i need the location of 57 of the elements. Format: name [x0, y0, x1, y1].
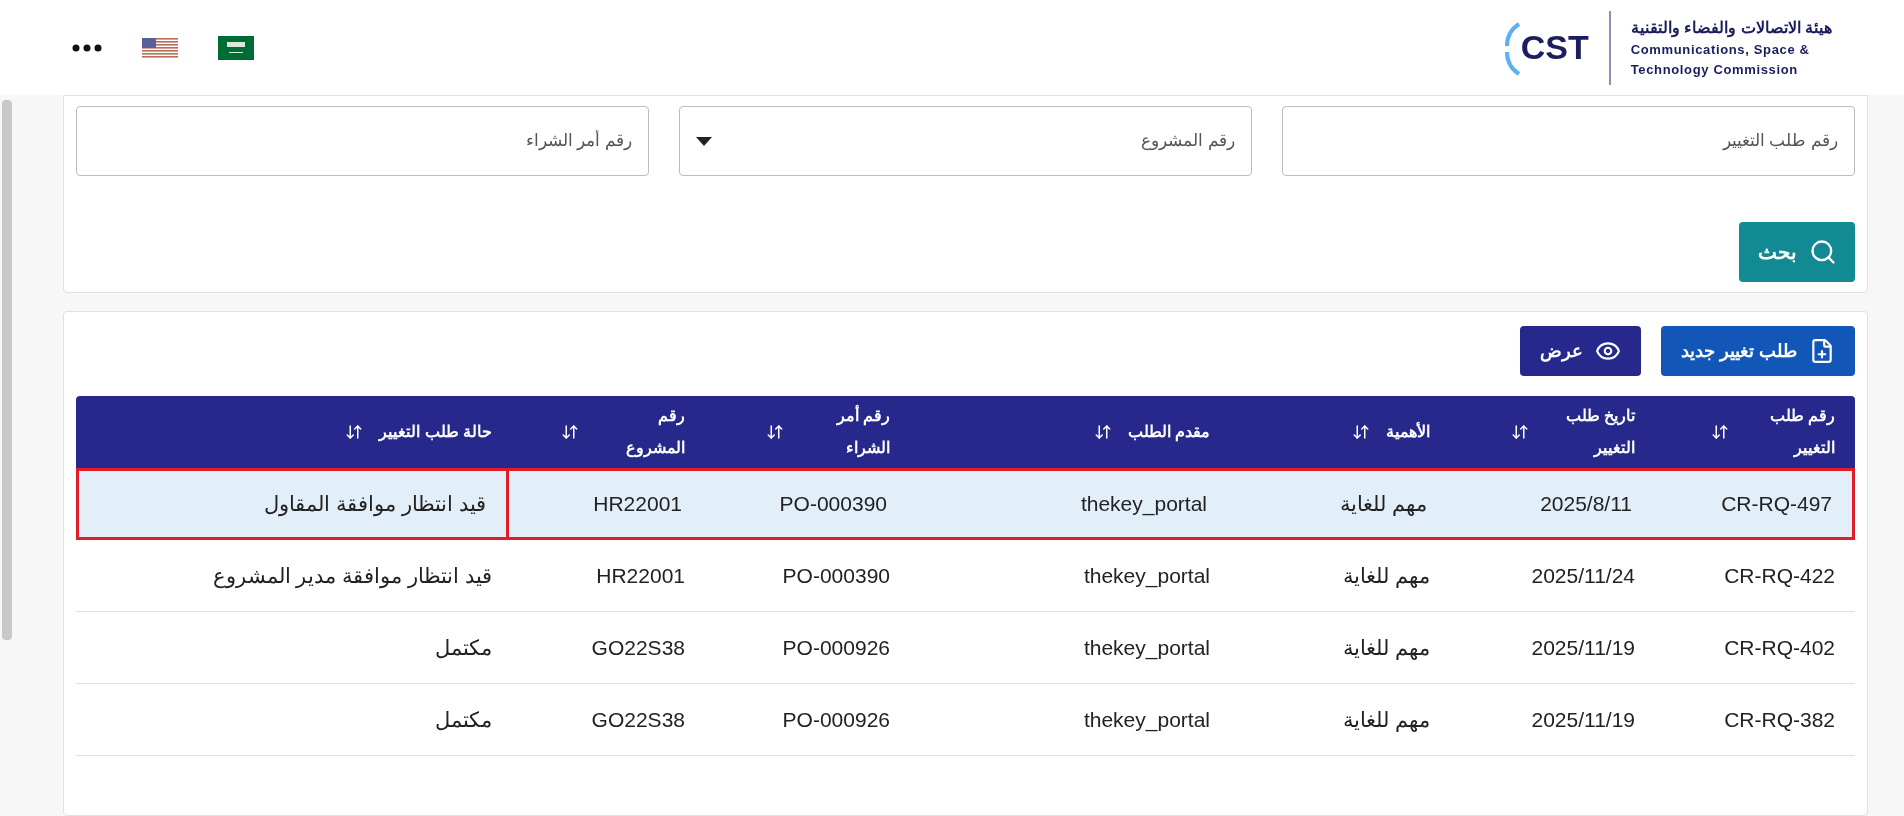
table-cell-text: CR-RQ-497 — [1720, 491, 1833, 518]
table-cell-text: CR-RQ-382 — [1723, 706, 1836, 733]
table-cell-text: thekey_portal — [1082, 634, 1211, 662]
sort-icon[interactable] — [561, 423, 579, 441]
column-header: مقدم الطلب — [1127, 422, 1210, 444]
search-button[interactable]: بحث — [1739, 222, 1855, 282]
table-cell-text: PO-000926 — [781, 634, 891, 661]
organization-name-english: Communications, Space & — [1630, 41, 1811, 59]
table-cell-text: thekey_portal — [1082, 562, 1211, 590]
new-request-button[interactable]: طلب تغيير جديد — [1661, 326, 1855, 376]
search-icon — [1808, 238, 1837, 266]
sort-icon[interactable] — [766, 423, 784, 441]
view-button[interactable]: عرض — [1520, 326, 1641, 376]
column-header: رقم المشروع — [625, 406, 685, 460]
table-cell-text: HR22001 — [595, 562, 686, 589]
saudi-flag-icon[interactable] — [218, 35, 254, 60]
project-number-dropdown[interactable]: رقم المشروع — [679, 106, 1252, 176]
input-field[interactable]: رقم طلب التغيير — [1282, 106, 1855, 176]
column-header: تاريخ طلب التغيير — [1564, 406, 1635, 460]
table-cell-text: HR22001 — [592, 491, 683, 518]
table-cell-text: GO22S38 — [590, 634, 686, 661]
table-cell-text: PO-000390 — [781, 562, 891, 589]
table-cell-text: 2025/11/19 — [1530, 706, 1636, 733]
organization-name-arabic: هيئة الاتصالات والفضاء والتقنية — [1630, 18, 1832, 40]
sort-icon[interactable] — [1511, 423, 1529, 441]
more-icon[interactable] — [72, 43, 102, 52]
table-cell-text: مكتمل — [434, 706, 493, 733]
table-cell-text: CR-RQ-422 — [1723, 562, 1836, 589]
table-cell-text: thekey_portal — [1082, 706, 1211, 734]
sort-icon[interactable] — [345, 423, 364, 441]
sort-icon[interactable] — [1352, 423, 1370, 441]
table-cell-text: قيد انتظار موافقة مدير المشروع — [211, 562, 493, 591]
table-cell-text: PO-000390 — [778, 491, 888, 518]
table-cell-text: thekey_portal — [1079, 491, 1208, 518]
table-cell-text: مهم للغاية — [1339, 491, 1428, 518]
column-header: رقم أمر الشراء — [835, 404, 890, 460]
caret-icon — [696, 136, 712, 146]
table-cell-text: مهم للغاية — [1342, 706, 1431, 734]
table-cell-text: مكتمل — [434, 634, 493, 661]
table-cell-text: GO22S38 — [590, 706, 686, 733]
table-cell-text: 2025/8/11 — [1539, 491, 1633, 518]
column-header: حالة طلب التغيير — [379, 422, 492, 444]
table-cell: قيد انتظار موافقة المقاول — [79, 471, 509, 537]
table-cell-text: CR-RQ-402 — [1723, 634, 1836, 661]
table-cell-text: PO-000926 — [781, 706, 891, 733]
table-cell-text: 2025/11/19 — [1530, 634, 1636, 661]
table-cell-text: 2025/11/24 — [1530, 562, 1636, 589]
table-cell-text: مهم للغاية — [1342, 562, 1431, 590]
file-plus-icon — [1809, 338, 1835, 364]
sort-icon[interactable] — [1093, 423, 1112, 441]
sort-icon[interactable] — [1711, 423, 1729, 441]
column-header: الأهمية — [1386, 421, 1430, 442]
logo-mark: CST — [1520, 27, 1589, 68]
us-flag-icon[interactable] — [142, 37, 178, 58]
table-cell-text: مهم للغاية — [1342, 634, 1431, 662]
column-header: رقم طلب التغيير — [1768, 406, 1835, 460]
organization-name-english: Technology Commission — [1630, 60, 1799, 79]
